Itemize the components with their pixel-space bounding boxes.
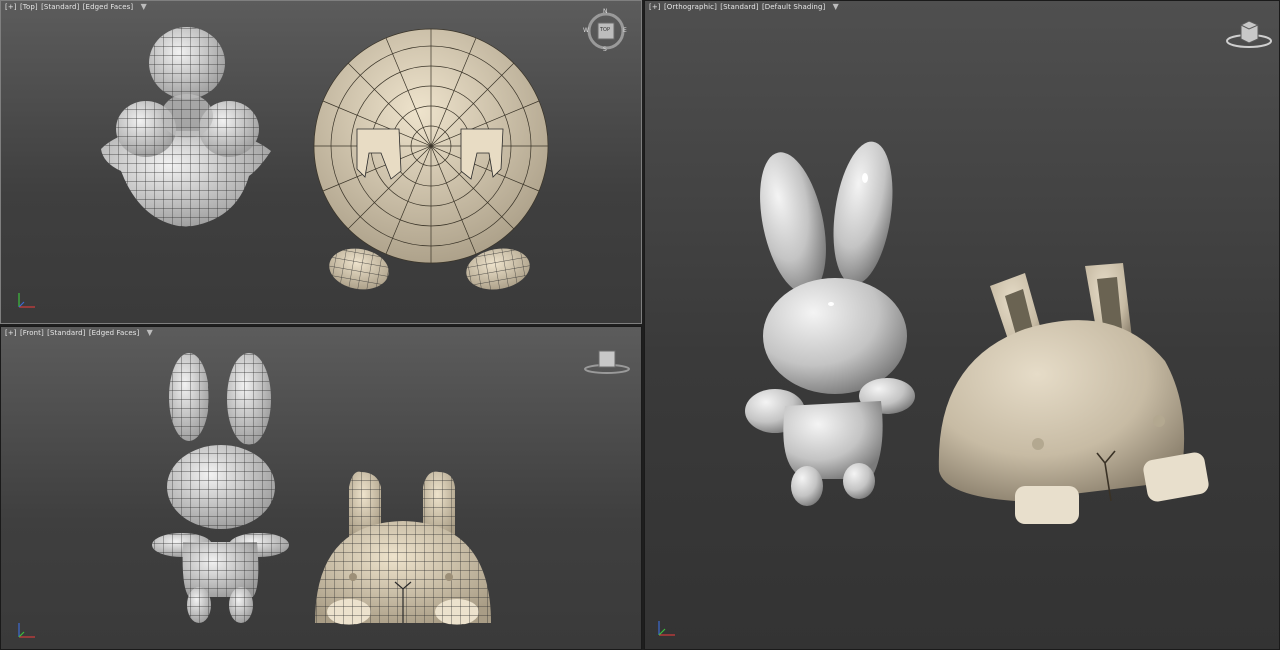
scene-top-view xyxy=(101,27,549,290)
compass-north: N xyxy=(603,8,608,15)
scene-front-view xyxy=(152,353,491,625)
white-bunny-top-mesh xyxy=(101,27,271,227)
viewport-top[interactable]: [+] [Top] [Standard] [Edged Faces] ▼ TOP… xyxy=(0,0,642,324)
scene-orthographic-view xyxy=(745,141,1209,524)
beige-bunny-top-mesh xyxy=(313,28,549,290)
white-bunny-front-mesh xyxy=(152,353,289,623)
viewport-splitter-vertical[interactable] xyxy=(642,0,644,650)
viewcube-face-label[interactable]: TOP xyxy=(600,27,610,33)
axis-tripod-icon xyxy=(18,623,35,638)
axis-tripod-icon xyxy=(18,293,35,308)
beige-bunny-shaded xyxy=(938,263,1209,524)
viewcube-icon[interactable] xyxy=(1225,15,1273,53)
compass-south: S xyxy=(603,46,607,53)
viewport-front[interactable]: [+] [Front] [Standard] [Edged Faces] ▼ xyxy=(0,326,642,650)
beige-bunny-front-mesh xyxy=(315,471,491,625)
viewcube-icon[interactable]: TOP N E S W xyxy=(583,8,628,53)
viewport-splitter-horizontal[interactable] xyxy=(0,324,642,326)
compass-east: E xyxy=(623,27,627,34)
viewport-orthographic[interactable]: [+] [Orthographic] [Standard] [Default S… xyxy=(644,0,1280,650)
axis-tripod-icon xyxy=(658,621,675,636)
viewcube-icon[interactable] xyxy=(583,349,631,377)
compass-west: W xyxy=(583,27,589,34)
white-bunny-shaded xyxy=(745,141,915,506)
